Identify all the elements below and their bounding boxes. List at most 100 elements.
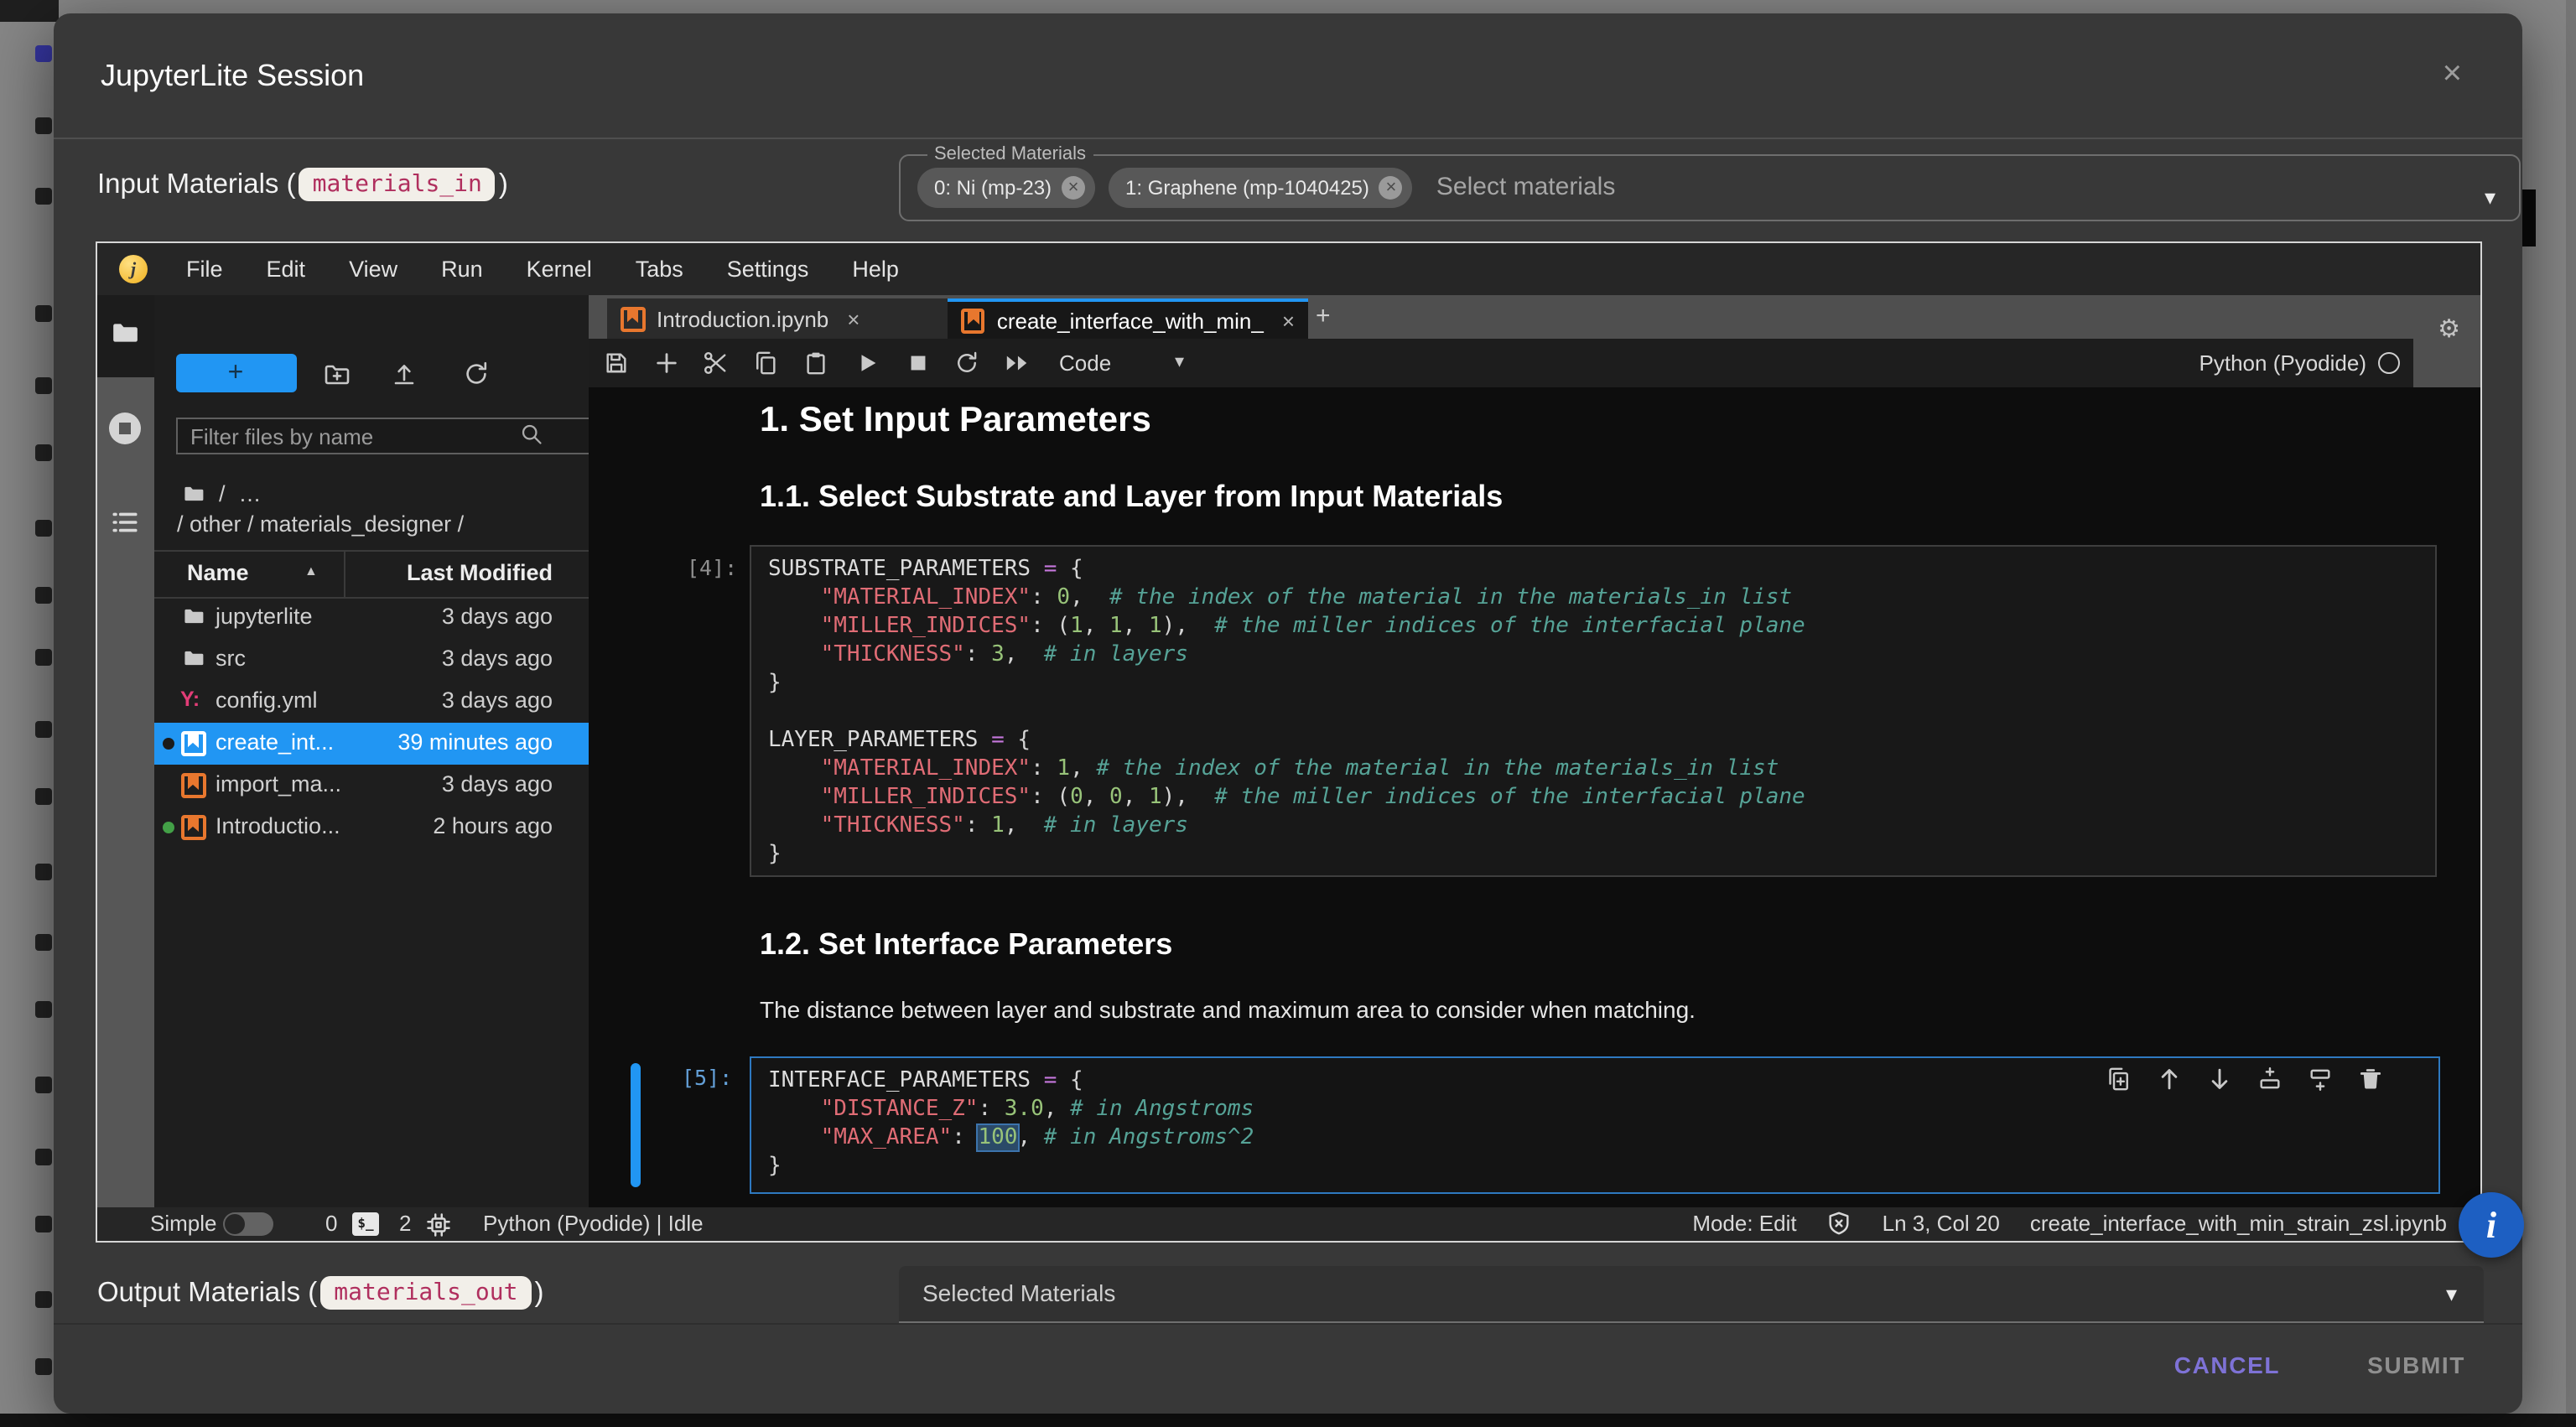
status-right-group: Mode: Edit Ln 3, Col 20 create_interface… [1692, 1211, 2447, 1236]
cursor-position[interactable]: Ln 3, Col 20 [1883, 1211, 2000, 1236]
sort-asc-icon[interactable]: ▲ [304, 563, 318, 579]
file-modified: 3 days ago [442, 688, 553, 713]
chip-remove-icon[interactable]: × [1062, 175, 1085, 199]
move-cell-down-icon[interactable] [2206, 1066, 2231, 1092]
material-chip[interactable]: 0: Ni (mp-23)× [917, 167, 1095, 207]
unsaved-dot [162, 738, 174, 750]
home-folder-icon[interactable] [180, 483, 205, 505]
file-row[interactable]: Introductio...2 hours ago [153, 807, 588, 848]
output-materials-select[interactable]: Selected Materials ▾ [899, 1266, 2484, 1323]
menu-settings[interactable]: Settings [705, 257, 831, 282]
simple-mode-toggle[interactable] [222, 1212, 273, 1236]
new-launcher-button[interactable]: + [175, 354, 296, 392]
refresh-icon[interactable] [462, 361, 489, 387]
insert-cell-icon[interactable] [653, 350, 678, 376]
cancel-button[interactable]: CANCEL [2161, 1341, 2293, 1388]
close-icon[interactable]: × [2443, 57, 2462, 91]
background-app-icon [35, 305, 52, 322]
code-cell-4[interactable]: SUBSTRATE_PARAMETERS = { "MATERIAL_INDEX… [750, 545, 2437, 877]
kernel-running-dot [162, 822, 174, 833]
code-line: "DISTANCE_Z": 3.0, # in Angstroms [768, 1095, 2422, 1123]
file-name: config.yml [216, 688, 318, 713]
tab-introduction[interactable]: Introduction.ipynb × [606, 298, 962, 339]
menu-file[interactable]: File [164, 257, 245, 282]
add-tab-icon[interactable]: + [1316, 302, 1331, 330]
notebook-icon [180, 731, 205, 761]
terminal-icon[interactable]: $_ [352, 1212, 379, 1235]
jupyterlab-frame: j FileEditViewRunKernelTabsSettingsHelp … [96, 241, 2482, 1243]
terminal-count[interactable]: 0 [325, 1211, 337, 1236]
cell-type-dropdown[interactable]: Code [1059, 350, 1111, 376]
notebook-content: 1. Set Input Parameters 1.1. Select Subs… [588, 387, 2480, 1207]
menu-edit[interactable]: Edit [245, 257, 328, 282]
insert-cell-above-icon[interactable] [2257, 1066, 2282, 1092]
restart-kernel-icon[interactable] [953, 350, 979, 376]
tab-label: Introduction.ipynb [657, 306, 828, 331]
close-tab-icon[interactable]: × [1282, 308, 1295, 333]
menu-tabs[interactable]: Tabs [614, 257, 705, 282]
move-cell-up-icon[interactable] [2156, 1066, 2181, 1092]
run-all-icon[interactable] [1004, 350, 1029, 376]
kernel-status-icon [2378, 352, 2400, 374]
save-icon[interactable] [603, 350, 628, 376]
kernel-chip-icon[interactable] [426, 1212, 451, 1237]
run-icon[interactable] [854, 350, 880, 376]
materials-in-code-chip: materials_in [299, 168, 496, 201]
file-row[interactable]: jupyterlite3 days ago [153, 597, 588, 639]
code-line: } [768, 840, 2418, 869]
kernel-status-text[interactable]: Python (Pyodide) | Idle [483, 1211, 704, 1236]
background-app-icon [35, 1291, 52, 1308]
chip-remove-icon[interactable]: × [1379, 175, 1403, 199]
upload-icon[interactable] [390, 361, 417, 387]
code-cell-5[interactable]: INTERFACE_PARAMETERS = { "DISTANCE_Z": 3… [750, 1056, 2440, 1194]
files-tab-icon[interactable] [111, 319, 139, 347]
insert-cell-below-icon[interactable] [2307, 1066, 2332, 1092]
chevron-down-icon: ▾ [2446, 1281, 2457, 1308]
code-line: "THICKNESS": 3, # in layers [768, 641, 2418, 669]
file-row[interactable]: create_int...39 minutes ago [153, 723, 588, 765]
info-button[interactable]: i [2459, 1192, 2524, 1258]
filter-files-input[interactable] [175, 418, 608, 454]
menu-run[interactable]: Run [419, 257, 505, 282]
markdown-paragraph: The distance between layer and substrate… [760, 996, 1696, 1023]
column-modified[interactable]: Last Modified [407, 560, 553, 585]
menu-view[interactable]: View [327, 257, 419, 282]
trust-shield-icon[interactable] [1827, 1211, 1852, 1236]
tab-create-interface[interactable]: create_interface_with_min_ × [948, 298, 1308, 339]
kernel-name[interactable]: Python (Pyodide) [2199, 350, 2366, 376]
input-materials-suffix: ) [499, 169, 508, 200]
active-cell-collapser[interactable] [630, 1063, 641, 1187]
cut-icon[interactable] [702, 350, 727, 376]
close-tab-icon[interactable]: × [847, 306, 860, 331]
duplicate-cell-icon[interactable] [2106, 1066, 2131, 1092]
selected-materials-select[interactable]: Selected Materials 0: Ni (mp-23)×1: Grap… [899, 144, 2521, 221]
breadcrumb-root[interactable]: / [219, 481, 226, 506]
table-of-contents-icon[interactable] [111, 508, 139, 537]
file-row[interactable]: Y:config.yml3 days ago [153, 681, 588, 723]
breadcrumb[interactable]: / … [180, 481, 262, 506]
breadcrumb-path[interactable]: / other / materials_designer / [177, 511, 464, 537]
paste-icon[interactable] [802, 350, 828, 376]
new-folder-icon[interactable] [323, 361, 350, 387]
running-kernels-icon[interactable] [109, 413, 141, 444]
chevron-down-icon[interactable]: ▾ [2485, 184, 2496, 211]
file-row[interactable]: src3 days ago [153, 639, 588, 681]
chevron-down-icon[interactable]: ▾ [1175, 350, 1184, 372]
submit-button[interactable]: SUBMIT [2354, 1341, 2479, 1388]
kernel-count[interactable]: 2 [399, 1211, 411, 1236]
gears-icon[interactable]: ⚙ [2438, 314, 2460, 344]
column-name[interactable]: Name [187, 560, 249, 585]
dialog-header: JupyterLite Session × [54, 13, 2522, 139]
stop-icon[interactable] [905, 350, 930, 376]
delete-cell-icon[interactable] [2357, 1066, 2382, 1092]
breadcrumb-ellipsis[interactable]: … [239, 481, 262, 506]
file-row[interactable]: import_ma...3 days ago [153, 765, 588, 807]
background-panel-edge [2521, 189, 2536, 246]
notebook-icon [620, 306, 645, 331]
menu-kernel[interactable]: Kernel [505, 257, 614, 282]
file-name: create_int... [216, 729, 334, 755]
material-chip[interactable]: 1: Graphene (mp-1040425)× [1109, 167, 1413, 207]
copy-icon[interactable] [752, 350, 777, 376]
mode-indicator[interactable]: Mode: Edit [1692, 1211, 1796, 1236]
menu-help[interactable]: Help [830, 257, 921, 282]
